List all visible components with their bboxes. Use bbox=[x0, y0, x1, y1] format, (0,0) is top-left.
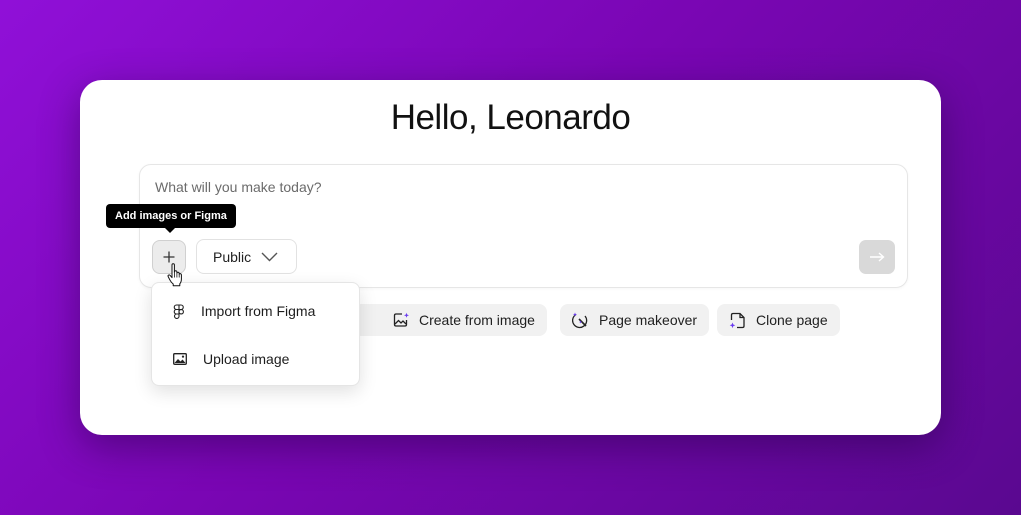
arrow-right-icon bbox=[870, 252, 885, 262]
visibility-value: Public bbox=[213, 248, 252, 265]
page-makeover-button[interactable]: Page makeover bbox=[560, 304, 710, 336]
add-attachment-tooltip: Add images or Figma bbox=[106, 204, 236, 233]
attach-menu: Import from Figma Upload image bbox=[151, 282, 360, 386]
submit-button[interactable] bbox=[859, 240, 895, 274]
chevron-down-icon bbox=[261, 252, 278, 261]
magic-wand-icon bbox=[572, 312, 588, 328]
create-from-image-button[interactable]: Create from image bbox=[381, 304, 547, 336]
figma-icon bbox=[173, 303, 184, 319]
clone-page-button[interactable]: Clone page bbox=[717, 304, 840, 336]
hand-pointer-cursor bbox=[167, 263, 182, 287]
upload-image-item[interactable]: Upload image bbox=[152, 339, 359, 379]
image-icon bbox=[173, 353, 187, 365]
import-from-figma-item[interactable]: Import from Figma bbox=[152, 291, 359, 331]
plus-icon bbox=[163, 251, 175, 263]
visibility-select[interactable]: Public bbox=[196, 239, 297, 274]
clone-page-icon bbox=[729, 312, 745, 328]
prompt-composer: Public bbox=[139, 164, 908, 288]
prompt-input[interactable] bbox=[155, 179, 855, 195]
greeting-title: Hello, Leonardo bbox=[390, 98, 631, 137]
image-sparkle-icon bbox=[393, 312, 409, 327]
